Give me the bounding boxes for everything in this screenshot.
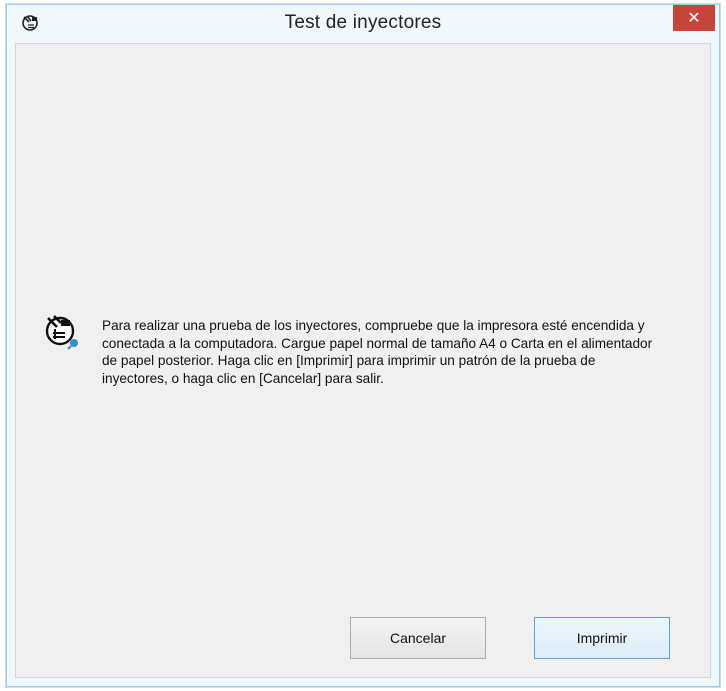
title-bar: Test de inyectores ✕ [7,5,719,41]
instruction-text: Para realizar una prueba de los inyector… [102,318,653,386]
close-icon: ✕ [687,10,701,27]
cancel-button[interactable]: Cancelar [350,617,486,659]
nozzle-check-magnifier-icon [42,312,82,352]
close-button[interactable]: ✕ [673,5,715,31]
dialog-content: Para realizar una prueba de los inyector… [15,43,711,678]
print-button[interactable]: Imprimir [534,617,670,659]
window-title: Test de inyectores [284,12,442,33]
dialog-window: Test de inyectores ✕ Para realizar una p… [6,4,720,687]
